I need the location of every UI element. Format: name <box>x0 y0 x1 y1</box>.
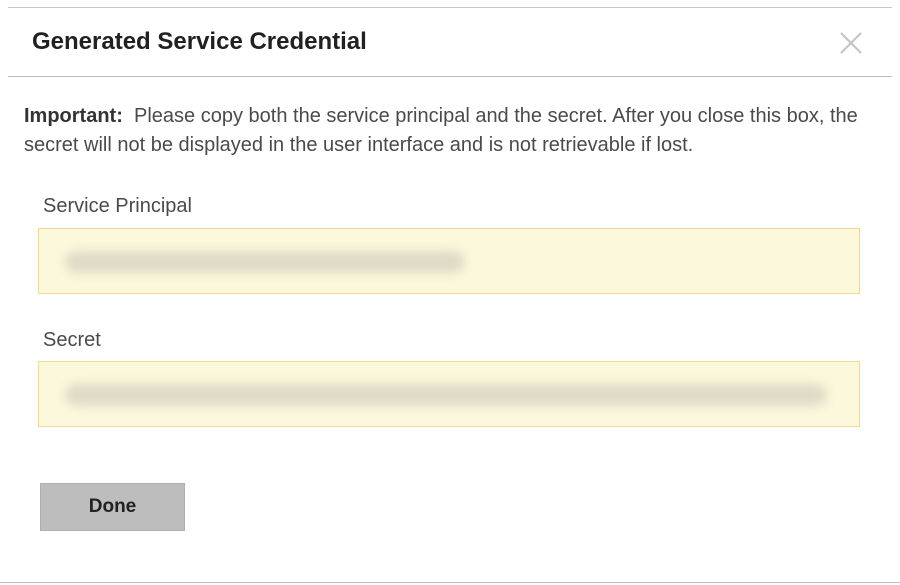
credential-dialog: Generated Service Credential Important: … <box>0 0 900 585</box>
secret-label: Secret <box>43 329 101 351</box>
close-icon <box>840 32 862 54</box>
service-principal-redacted-value <box>65 251 465 273</box>
dialog-header: Generated Service Credential <box>8 8 892 77</box>
important-label: Important: <box>24 105 123 127</box>
important-text: Please copy both the service principal a… <box>24 105 858 156</box>
secret-field[interactable] <box>38 361 860 427</box>
service-principal-field[interactable] <box>38 228 860 294</box>
service-principal-label: Service Principal <box>43 195 192 217</box>
bottom-divider <box>0 582 900 583</box>
done-button[interactable]: Done <box>40 483 185 531</box>
close-button[interactable] <box>840 32 862 54</box>
important-message: Important: Please copy both the service … <box>24 102 864 160</box>
dialog-title: Generated Service Credential <box>32 28 367 55</box>
secret-redacted-value <box>65 384 827 406</box>
